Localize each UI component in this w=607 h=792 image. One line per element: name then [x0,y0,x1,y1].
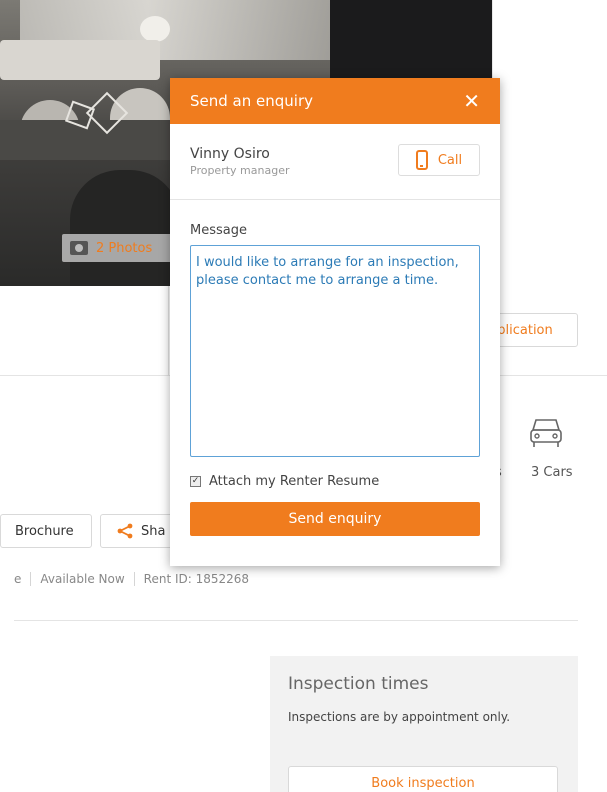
modal-header: Send an enquiry ✕ [170,78,500,124]
meta-item: e [14,572,22,586]
enquiry-modal: Send an enquiry ✕ Vinny Osiro Property m… [170,78,500,566]
photo-sofa [0,40,160,80]
photo-lamp [140,16,170,42]
inspection-panel: Inspection times Inspections are by appo… [270,656,578,792]
share-label: Sha [141,523,166,539]
attach-resume-option[interactable]: ✓ Attach my Renter Resume [190,474,379,489]
phone-icon [415,150,428,170]
modal-title: Send an enquiry [190,92,313,110]
message-label: Message [190,223,247,238]
call-button[interactable]: Call [398,144,480,176]
cars-label: 3 Cars [531,465,573,480]
share-icon [117,523,133,539]
inspection-note: Inspections are by appointment only. [288,710,511,724]
photo-chair [70,170,180,286]
attach-resume-label: Attach my Renter Resume [209,474,380,489]
listing-meta: e Available Now Rent ID: 1852268 [14,572,258,586]
brochure-label: Brochure [15,523,74,539]
inspection-title: Inspection times [288,674,429,694]
car-icon [530,419,562,447]
brochure-button[interactable]: Brochure [0,514,92,548]
agent-card: Vinny Osiro Property manager Call [170,124,500,200]
message-textarea[interactable]: I would like to arrange for an inspectio… [190,245,480,457]
photos-button[interactable]: 2 Photos [62,234,174,262]
close-icon[interactable]: ✕ [463,91,480,111]
meta-availability: Available Now [30,572,133,586]
divider [168,286,169,376]
share-button[interactable]: Sha [100,514,178,548]
book-inspection-button[interactable]: Book inspection [288,766,558,792]
hero-side-panel [492,0,607,286]
photos-label: 2 Photos [96,240,153,256]
call-label: Call [437,152,463,168]
meta-rent-id: Rent ID: 1852268 [133,572,258,586]
divider [14,620,578,621]
attach-resume-checkbox[interactable]: ✓ [190,476,201,487]
camera-icon [70,241,88,255]
send-enquiry-button[interactable]: Send enquiry [190,502,480,536]
